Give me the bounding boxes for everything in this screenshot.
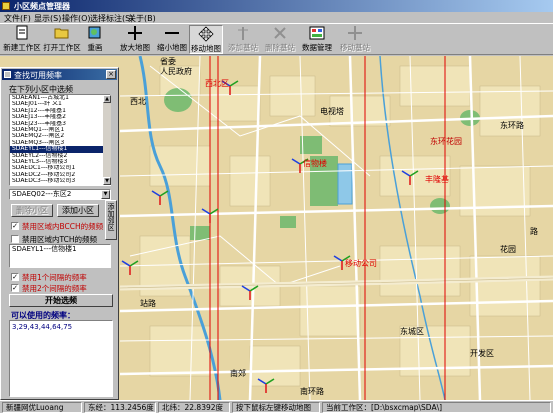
- map-label-nanhuan-road: 南环路: [300, 386, 324, 396]
- redraw-icon: [84, 25, 106, 43]
- map-label-mobile-company: 移动公司: [345, 258, 377, 268]
- add-cell-button[interactable]: 添加小区: [57, 204, 99, 217]
- toolbar: 新建工作区 打开工作区 重画 放大地图 缩小地图 移动地图 添加基站 删除基站 …: [0, 23, 553, 55]
- disable-tch-checkbox[interactable]: [11, 235, 19, 243]
- map-label-station-road: 站路: [140, 298, 156, 308]
- status-hint: 按下鼠标左键移动地图: [232, 402, 320, 413]
- map-label-donghuan-garden: 东环花园: [430, 136, 462, 146]
- data-manage-icon: [299, 25, 335, 43]
- available-freq-value: 3,29,43,44,64,75: [12, 323, 73, 331]
- zoom-in-button[interactable]: 放大地图: [117, 25, 153, 54]
- cell-listbox[interactable]: SDAEAN1---古城北1 SDAEJ01---纤 义1 SDAEJ12---…: [9, 94, 111, 186]
- disable-bcch-checkbox[interactable]: ✓: [11, 222, 19, 230]
- disable-1-gap-checkbox[interactable]: ✓: [11, 273, 19, 281]
- map-label-government: 人民政府: [160, 66, 192, 76]
- cell-combo[interactable]: SDAEQ02---东区2 ▼: [9, 189, 111, 200]
- map-label-northwest-plain: 西北: [130, 97, 146, 106]
- menu-bar: 文件(F) 显示(S) 操作(O) 选择标注(S) 关于(B): [0, 12, 553, 23]
- move-station-button[interactable]: 移动基站: [337, 25, 373, 54]
- delete-station-icon: [262, 25, 298, 43]
- window-title: 小区频点管理器: [14, 2, 70, 11]
- disable-2-gap-checkbox[interactable]: ✓: [11, 284, 19, 292]
- status-bar: 新疆网优Luoang 东经：113.2456度 北纬：22.8392度 按下鼠标…: [0, 400, 553, 413]
- zoom-out-button[interactable]: 缩小地图: [155, 25, 189, 54]
- map-label-dev-zone: 开发区: [470, 348, 494, 358]
- map-label-tv-tower: 电视塔: [320, 106, 344, 116]
- map-label-south-suburb: 南郊: [230, 368, 246, 378]
- close-icon[interactable]: ×: [106, 70, 116, 79]
- new-workspace-icon: [2, 25, 42, 43]
- status-latitude: 北纬：22.8392度: [158, 402, 230, 413]
- dialog-title: 查找可用频率: [14, 71, 62, 80]
- list-item[interactable]: SDAEYL1---信物楼1: [10, 245, 110, 254]
- scroll-down-icon[interactable]: ▼: [103, 177, 111, 185]
- map-label-xinwulou: 信物楼: [303, 158, 327, 168]
- delete-station-button[interactable]: 删除基站: [262, 25, 298, 54]
- new-workspace-button[interactable]: 新建工作区: [2, 25, 42, 54]
- zoom-in-icon: [117, 25, 153, 43]
- disable-bcch-label: 禁用区域内BCCH的频频: [22, 222, 104, 231]
- status-longitude: 东经：113.2456度: [84, 402, 156, 413]
- dialog-icon: [4, 71, 11, 78]
- open-folder-icon: [42, 25, 82, 43]
- add-neighbor-button[interactable]: 添加邻区: [105, 200, 117, 240]
- pan-icon: [190, 26, 222, 44]
- list-item[interactable]: SDAEDC3---移动公司3: [10, 178, 110, 184]
- add-neighbor-label: 添加邻区: [107, 203, 115, 231]
- map-label-fenglongji: 丰隆基: [425, 174, 449, 184]
- app-icon: [2, 2, 10, 10]
- zoom-out-icon: [155, 25, 189, 43]
- dialog-title-bar[interactable]: 查找可用频率 ×: [2, 69, 117, 80]
- chevron-down-icon[interactable]: ▼: [101, 190, 110, 199]
- map-label-donghuan-road: 东环路: [500, 120, 524, 130]
- cell-list-scrollbar[interactable]: ▲ ▼: [103, 95, 111, 185]
- title-bar: 小区频点管理器: [0, 0, 553, 12]
- map-label-road: 路: [530, 226, 538, 236]
- disable-2-gap-label: 禁用2个间隔的频率: [22, 284, 87, 293]
- scroll-up-icon[interactable]: ▲: [103, 95, 111, 103]
- chosen-cells-listbox[interactable]: SDAEYL1---信物楼1: [9, 244, 111, 268]
- cell-combo-value: SDAEQ02---东区2: [12, 190, 72, 198]
- open-workspace-button[interactable]: 打开工作区: [42, 25, 82, 54]
- app-window: 小区频点管理器 文件(F) 显示(S) 操作(O) 选择标注(S) 关于(B) …: [0, 0, 553, 413]
- pan-map-button[interactable]: 移动地图: [189, 25, 223, 54]
- delete-cell-button[interactable]: 删除小区: [11, 204, 53, 217]
- disable-1-gap-label: 禁用1个间隔的频率: [22, 273, 87, 282]
- move-station-icon: [337, 25, 373, 43]
- map-label-east-district: 东城区: [400, 326, 424, 336]
- map-label-province: 省委: [160, 56, 176, 66]
- map-label-northwest: 西北区: [205, 79, 229, 88]
- status-network: 新疆网优Luoang: [2, 402, 82, 413]
- map-label-garden: 花园: [500, 244, 516, 254]
- add-station-button[interactable]: 添加基站: [224, 25, 262, 54]
- data-manage-button[interactable]: 数据管理: [299, 25, 335, 54]
- available-freq-output[interactable]: 3,29,43,44,64,75: [9, 320, 113, 397]
- find-frequency-dialog: 查找可用频率 × 在下列小区中选频 SDAEAN1---古城北1 SDAEJ01…: [0, 67, 119, 400]
- redraw-button[interactable]: 重画: [84, 25, 106, 54]
- start-selection-button[interactable]: 开始选频: [9, 294, 113, 307]
- status-workspace: 当前工作区：[D:\bsxcmap\SDA\]: [322, 402, 551, 413]
- add-station-icon: [224, 25, 262, 43]
